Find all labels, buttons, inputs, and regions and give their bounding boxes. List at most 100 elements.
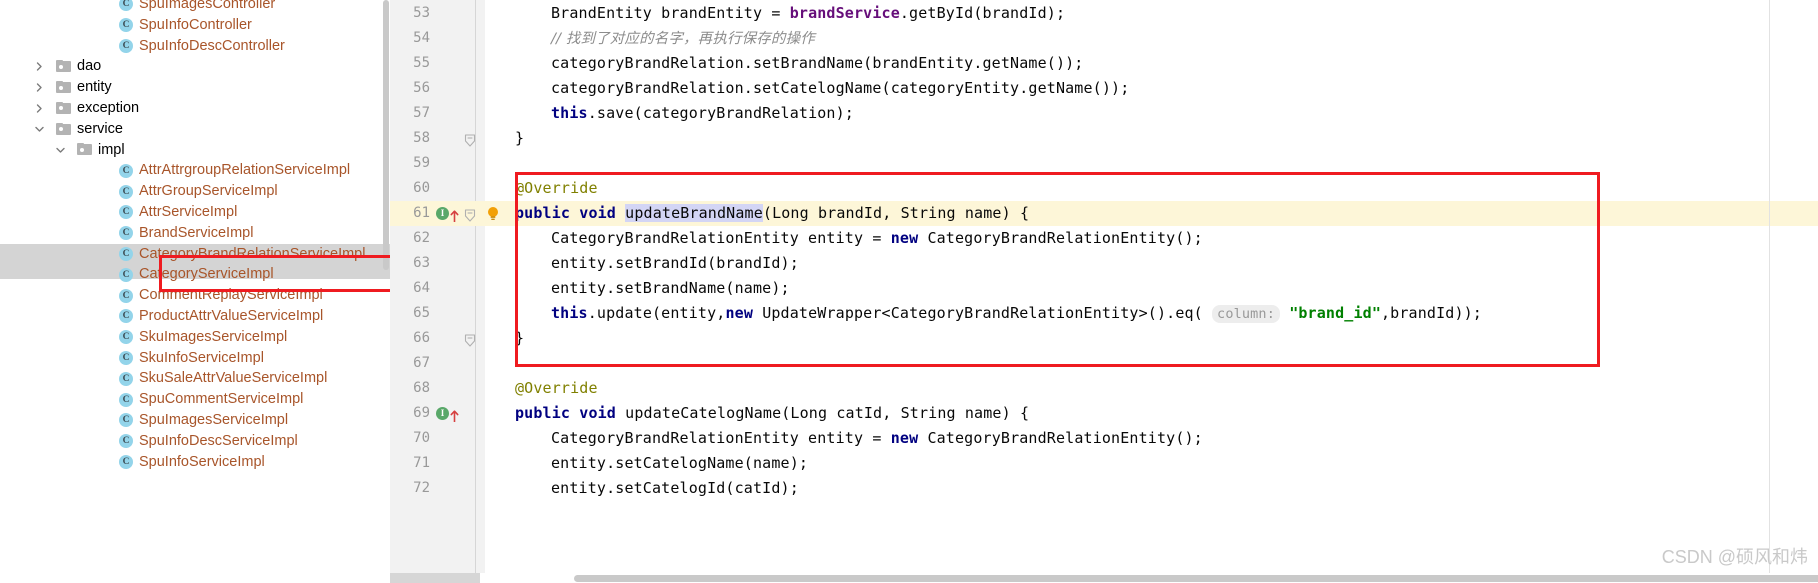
intention-bulb-icon[interactable] xyxy=(486,205,500,221)
chevron-down-icon[interactable] xyxy=(34,124,45,135)
code-line-58[interactable]: 58} xyxy=(390,126,1818,151)
code-text[interactable]: CategoryBrandRelationEntity entity = new… xyxy=(551,226,1203,251)
code-field: brandService xyxy=(789,4,900,22)
code-line-67[interactable]: 67 xyxy=(390,351,1818,376)
tree-class-categoryserviceimpl[interactable]: C CategoryServiceImpl xyxy=(0,264,390,285)
line-number: 72 xyxy=(413,480,430,496)
code-lines-container[interactable]: 53 BrandEntity brandEntity = brandService… xyxy=(390,0,1818,583)
tree-class-spuimagescontroller[interactable]: C SpuImagesController xyxy=(0,0,390,15)
code-keyword: public void xyxy=(515,404,626,422)
code-text[interactable]: @Override xyxy=(515,176,598,201)
code-text[interactable]: public void updateBrandName(Long brandId… xyxy=(515,201,1029,226)
code-line-53[interactable]: 53 BrandEntity brandEntity = brandService… xyxy=(390,1,1818,26)
code-text[interactable]: } xyxy=(515,126,524,151)
code-line-68[interactable]: 68 @Override xyxy=(390,376,1818,401)
tree-folder-service[interactable]: service xyxy=(0,119,390,140)
line-number: 59 xyxy=(413,155,430,171)
code-fold-icon[interactable] xyxy=(464,206,476,222)
tree-vertical-scrollbar[interactable] xyxy=(383,0,389,270)
code-text[interactable]: this.save(categoryBrandRelation); xyxy=(551,101,854,126)
chevron-down-icon[interactable] xyxy=(55,145,66,156)
code-token: entity.setCatelogId(catId); xyxy=(551,479,799,497)
tree-class-spucommentserviceimpl[interactable]: C SpuCommentServiceImpl xyxy=(0,389,390,410)
chevron-right-icon[interactable] xyxy=(34,61,45,72)
tree-class-spuinfodesccontroller[interactable]: C SpuInfoDescController xyxy=(0,36,390,57)
code-text[interactable]: } xyxy=(515,326,524,351)
code-line-59[interactable]: 59 xyxy=(390,151,1818,176)
code-line-55[interactable]: 55 categoryBrandRelation.setBrandName(bra… xyxy=(390,51,1818,76)
line-number: 53 xyxy=(413,5,430,21)
tree-folder-dao[interactable]: dao xyxy=(0,56,390,77)
tree-item-label: AttrServiceImpl xyxy=(139,204,238,220)
code-fold-icon[interactable] xyxy=(464,131,476,147)
code-text[interactable]: // 找到了对应的名字，再执行保存的操作 xyxy=(551,26,815,52)
tree-class-commentreplayserviceimpl[interactable]: C CommentReplayServiceImpl xyxy=(0,285,390,306)
tree-class-categorybrandrelationserviceimpl[interactable]: C CategoryBrandRelationServiceImpl xyxy=(0,243,390,265)
project-tree-panel[interactable]: C SpuImagesController C SpuInfoController C S… xyxy=(0,0,390,583)
tree-item-label: SkuImagesServiceImpl xyxy=(139,328,288,345)
code-line-72[interactable]: 72 entity.setCatelogId(catId); xyxy=(390,476,1818,501)
tree-folder-impl[interactable]: impl xyxy=(0,140,390,161)
folder-icon xyxy=(56,81,71,94)
code-text[interactable]: entity.setCatelogName(name); xyxy=(551,451,808,476)
java-class-icon: C xyxy=(119,226,133,241)
code-text[interactable]: BrandEntity brandEntity = brandService.g… xyxy=(551,1,1065,26)
tree-class-spuinfocontroller[interactable]: C SpuInfoController xyxy=(0,15,390,36)
code-fold-icon[interactable] xyxy=(464,331,476,347)
tree-class-skuinfoserviceimpl[interactable]: C SkuInfoServiceImpl xyxy=(0,348,390,369)
code-line-64[interactable]: 64 entity.setBrandName(name); xyxy=(390,276,1818,301)
code-text[interactable]: this.update(entity,new UpdateWrapper<Cat… xyxy=(551,301,1482,327)
override-arrow-icon[interactable] xyxy=(450,206,459,222)
code-token: .save(categoryBrandRelation); xyxy=(587,104,854,122)
tree-class-spuimagesserviceimpl[interactable]: C SpuImagesServiceImpl xyxy=(0,410,390,431)
code-line-56[interactable]: 56 categoryBrandRelation.setCatelogName(c… xyxy=(390,76,1818,101)
editor-horizontal-scrollbar-track[interactable] xyxy=(480,573,1818,583)
tree-class-attrserviceimpl[interactable]: C AttrServiceImpl xyxy=(0,202,390,223)
code-token: } xyxy=(515,129,525,147)
tree-class-attrattrgrouprelationserviceimpl[interactable]: C AttrAttrgroupRelationServiceImpl xyxy=(0,160,390,181)
tree-class-productattrvalueserviceimpl[interactable]: C ProductAttrValueServiceImpl xyxy=(0,306,390,327)
code-token: ,brandId)); xyxy=(1381,304,1482,322)
chevron-right-icon[interactable] xyxy=(34,82,45,93)
code-text[interactable]: CategoryBrandRelationEntity entity = new… xyxy=(551,426,1203,451)
code-line-65[interactable]: 65 this.update(entity,new UpdateWrapper<C… xyxy=(390,301,1818,326)
tree-class-skusaleattrvalueserviceimpl[interactable]: C SkuSaleAttrValueServiceImpl xyxy=(0,368,390,389)
override-arrow-icon[interactable] xyxy=(450,406,459,422)
tree-class-spuinfodescserviceimpl[interactable]: C SpuInfoDescServiceImpl xyxy=(0,431,390,452)
code-token: entity.setBrandName(name); xyxy=(551,279,790,297)
code-text[interactable]: @Override xyxy=(515,376,598,401)
code-text[interactable]: entity.setBrandName(name); xyxy=(551,276,790,301)
tree-folder-entity[interactable]: entity xyxy=(0,77,390,98)
code-text[interactable]: categoryBrandRelation.setCatelogName(cat… xyxy=(551,76,1129,101)
implementing-method-icon[interactable]: I xyxy=(436,407,449,420)
code-text[interactable]: categoryBrandRelation.setBrandName(brand… xyxy=(551,51,1083,76)
code-line-71[interactable]: 71 entity.setCatelogName(name); xyxy=(390,451,1818,476)
tree-item-label: entity xyxy=(77,79,112,96)
chevron-right-icon[interactable] xyxy=(34,103,45,114)
code-line-54[interactable]: 54 // 找到了对应的名字，再执行保存的操作 xyxy=(390,26,1818,51)
tree-folder-exception[interactable]: exception xyxy=(0,98,390,119)
code-line-70[interactable]: 70 CategoryBrandRelationEntity entity = n… xyxy=(390,426,1818,451)
java-class-icon: C xyxy=(119,330,133,345)
tree-item-label: service xyxy=(77,120,123,137)
code-line-63[interactable]: 63 entity.setBrandId(brandId); xyxy=(390,251,1818,276)
code-text[interactable]: public void updateCatelogName(Long catId… xyxy=(515,401,1029,426)
tree-class-brandserviceimpl[interactable]: C BrandServiceImpl xyxy=(0,223,390,244)
code-editor-panel[interactable]: 53 BrandEntity brandEntity = brandService… xyxy=(390,0,1818,583)
code-line-61[interactable]: 61 Ipublic void updateBrandName(Long bran… xyxy=(390,201,1818,226)
folder-icon xyxy=(56,101,71,115)
code-text[interactable]: entity.setBrandId(brandId); xyxy=(551,251,799,276)
tree-class-spuinfoserviceimpl[interactable]: C SpuInfoServiceImpl xyxy=(0,452,390,473)
tree-class-attrgroupserviceimpl[interactable]: C AttrGroupServiceImpl xyxy=(0,181,390,202)
code-line-62[interactable]: 62 CategoryBrandRelationEntity entity = n… xyxy=(390,226,1818,251)
tree-class-skuimagesserviceimpl[interactable]: C SkuImagesServiceImpl xyxy=(0,327,390,348)
code-line-66[interactable]: 66} xyxy=(390,326,1818,351)
code-token: } xyxy=(515,329,525,347)
code-line-57[interactable]: 57 this.save(categoryBrandRelation); xyxy=(390,101,1818,126)
code-text[interactable]: entity.setCatelogId(catId); xyxy=(551,476,799,501)
code-line-69[interactable]: 69 Ipublic void updateCatelogName(Long ca… xyxy=(390,401,1818,426)
selected-identifier[interactable]: updateBrandName xyxy=(625,204,763,222)
implementing-method-icon[interactable]: I xyxy=(436,207,449,220)
editor-horizontal-scrollbar-thumb[interactable] xyxy=(574,575,1818,582)
code-line-60[interactable]: 60 @Override xyxy=(390,176,1818,201)
